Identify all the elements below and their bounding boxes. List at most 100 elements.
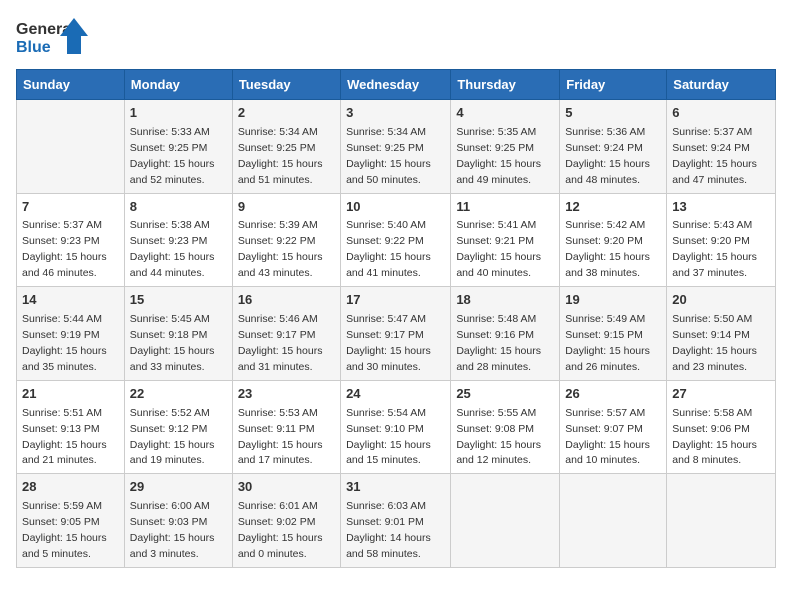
day-info: Sunrise: 5:46 AM Sunset: 9:17 PM Dayligh… — [238, 313, 323, 373]
calendar-cell: 4Sunrise: 5:35 AM Sunset: 9:25 PM Daylig… — [451, 100, 560, 194]
day-info: Sunrise: 5:54 AM Sunset: 9:10 PM Dayligh… — [346, 407, 431, 467]
day-number: 30 — [238, 478, 335, 497]
calendar-cell: 30 Sunrise: 6:01 AM Sunset: 9:02 PM Dayli… — [232, 474, 340, 568]
week-row-4: 21Sunrise: 5:51 AM Sunset: 9:13 PM Dayli… — [17, 380, 776, 474]
day-number: 14 — [22, 291, 119, 310]
day-number: 7 — [22, 198, 119, 217]
calendar-cell: 15 Sunrise: 5:45 AM Sunset: 9:18 PM Dayli… — [124, 287, 232, 381]
calendar-cell: 11 Sunrise: 5:41 AM Sunset: 9:21 PM Dayli… — [451, 193, 560, 287]
day-info: Sunrise: 6:01 AM Sunset: 9:02 PM Dayligh… — [238, 500, 323, 560]
calendar-cell: 10 Sunrise: 5:40 AM Sunset: 9:22 PM Dayli… — [341, 193, 451, 287]
day-info: Sunrise: 6:03 AM Sunset: 9:01 PM Dayligh… — [346, 500, 431, 560]
day-number: 12 — [565, 198, 661, 217]
day-info: Sunrise: 6:00 AM Sunset: 9:03 PM Dayligh… — [130, 500, 215, 560]
calendar-cell: 3 Sunrise: 5:34 AM Sunset: 9:25 PM Daylig… — [341, 100, 451, 194]
calendar-cell: 17 Sunrise: 5:47 AM Sunset: 9:17 PM Dayli… — [341, 287, 451, 381]
day-info: Sunrise: 5:58 AM Sunset: 9:06 PM Dayligh… — [672, 407, 757, 467]
day-info: Sunrise: 5:48 AM Sunset: 9:16 PM Dayligh… — [456, 313, 541, 373]
header-day-tuesday: Tuesday — [232, 70, 340, 100]
day-number: 20 — [672, 291, 770, 310]
day-info: Sunrise: 5:43 AM Sunset: 9:20 PM Dayligh… — [672, 219, 757, 279]
logo: GeneralBlue — [16, 16, 96, 61]
calendar-cell — [451, 474, 560, 568]
day-info: Sunrise: 5:38 AM Sunset: 9:23 PM Dayligh… — [130, 219, 215, 279]
calendar-cell: 19Sunrise: 5:49 AM Sunset: 9:15 PM Dayli… — [560, 287, 667, 381]
calendar-cell: 31 Sunrise: 6:03 AM Sunset: 9:01 PM Dayli… — [341, 474, 451, 568]
day-info: Sunrise: 5:44 AM Sunset: 9:19 PM Dayligh… — [22, 313, 107, 373]
day-info: Sunrise: 5:36 AM Sunset: 9:24 PM Dayligh… — [565, 126, 650, 186]
day-info: Sunrise: 5:50 AM Sunset: 9:14 PM Dayligh… — [672, 313, 757, 373]
calendar-cell: 8 Sunrise: 5:38 AM Sunset: 9:23 PM Daylig… — [124, 193, 232, 287]
header-day-wednesday: Wednesday — [341, 70, 451, 100]
calendar-cell: 20 Sunrise: 5:50 AM Sunset: 9:14 PM Dayli… — [667, 287, 776, 381]
calendar-cell: 1 Sunrise: 5:33 AM Sunset: 9:25 PM Daylig… — [124, 100, 232, 194]
day-number: 27 — [672, 385, 770, 404]
day-number: 31 — [346, 478, 445, 497]
calendar-cell: 25 Sunrise: 5:55 AM Sunset: 9:08 PM Dayli… — [451, 380, 560, 474]
week-row-1: 1 Sunrise: 5:33 AM Sunset: 9:25 PM Daylig… — [17, 100, 776, 194]
day-number: 29 — [130, 478, 227, 497]
calendar-cell: 24 Sunrise: 5:54 AM Sunset: 9:10 PM Dayli… — [341, 380, 451, 474]
day-info: Sunrise: 5:40 AM Sunset: 9:22 PM Dayligh… — [346, 219, 431, 279]
day-info: Sunrise: 5:37 AM Sunset: 9:23 PM Dayligh… — [22, 219, 107, 279]
day-number: 15 — [130, 291, 227, 310]
calendar-header-row: SundayMondayTuesdayWednesdayThursdayFrid… — [17, 70, 776, 100]
day-number: 3 — [346, 104, 445, 123]
calendar-cell: 18Sunrise: 5:48 AM Sunset: 9:16 PM Dayli… — [451, 287, 560, 381]
day-number: 25 — [456, 385, 554, 404]
calendar-cell: 5Sunrise: 5:36 AM Sunset: 9:24 PM Daylig… — [560, 100, 667, 194]
day-number: 13 — [672, 198, 770, 217]
day-number: 4 — [456, 104, 554, 123]
day-number: 11 — [456, 198, 554, 217]
day-number: 21 — [22, 385, 119, 404]
calendar-cell: 21Sunrise: 5:51 AM Sunset: 9:13 PM Dayli… — [17, 380, 125, 474]
week-row-3: 14 Sunrise: 5:44 AM Sunset: 9:19 PM Dayli… — [17, 287, 776, 381]
day-number: 2 — [238, 104, 335, 123]
calendar-table: SundayMondayTuesdayWednesdayThursdayFrid… — [16, 69, 776, 568]
day-number: 22 — [130, 385, 227, 404]
calendar-cell: 9 Sunrise: 5:39 AM Sunset: 9:22 PM Daylig… — [232, 193, 340, 287]
day-info: Sunrise: 5:39 AM Sunset: 9:22 PM Dayligh… — [238, 219, 323, 279]
header-day-monday: Monday — [124, 70, 232, 100]
day-info: Sunrise: 5:52 AM Sunset: 9:12 PM Dayligh… — [130, 407, 215, 467]
header-day-friday: Friday — [560, 70, 667, 100]
day-info: Sunrise: 5:47 AM Sunset: 9:17 PM Dayligh… — [346, 313, 431, 373]
day-info: Sunrise: 5:42 AM Sunset: 9:20 PM Dayligh… — [565, 219, 650, 279]
header-day-thursday: Thursday — [451, 70, 560, 100]
day-number: 28 — [22, 478, 119, 497]
calendar-cell: 7 Sunrise: 5:37 AM Sunset: 9:23 PM Daylig… — [17, 193, 125, 287]
day-info: Sunrise: 5:55 AM Sunset: 9:08 PM Dayligh… — [456, 407, 541, 467]
day-info: Sunrise: 5:33 AM Sunset: 9:25 PM Dayligh… — [130, 126, 215, 186]
calendar-cell: 12 Sunrise: 5:42 AM Sunset: 9:20 PM Dayli… — [560, 193, 667, 287]
calendar-cell: 14 Sunrise: 5:44 AM Sunset: 9:19 PM Dayli… — [17, 287, 125, 381]
day-number: 6 — [672, 104, 770, 123]
week-row-2: 7 Sunrise: 5:37 AM Sunset: 9:23 PM Daylig… — [17, 193, 776, 287]
day-info: Sunrise: 5:45 AM Sunset: 9:18 PM Dayligh… — [130, 313, 215, 373]
day-number: 10 — [346, 198, 445, 217]
calendar-cell: 26Sunrise: 5:57 AM Sunset: 9:07 PM Dayli… — [560, 380, 667, 474]
day-info: Sunrise: 5:34 AM Sunset: 9:25 PM Dayligh… — [346, 126, 431, 186]
calendar-cell: 23Sunrise: 5:53 AM Sunset: 9:11 PM Dayli… — [232, 380, 340, 474]
day-number: 24 — [346, 385, 445, 404]
day-number: 19 — [565, 291, 661, 310]
calendar-cell: 13 Sunrise: 5:43 AM Sunset: 9:20 PM Dayli… — [667, 193, 776, 287]
calendar-cell: 22 Sunrise: 5:52 AM Sunset: 9:12 PM Dayli… — [124, 380, 232, 474]
day-info: Sunrise: 5:34 AM Sunset: 9:25 PM Dayligh… — [238, 126, 323, 186]
calendar-cell — [667, 474, 776, 568]
day-number: 9 — [238, 198, 335, 217]
header-day-saturday: Saturday — [667, 70, 776, 100]
day-number: 1 — [130, 104, 227, 123]
day-number: 26 — [565, 385, 661, 404]
week-row-5: 28Sunrise: 5:59 AM Sunset: 9:05 PM Dayli… — [17, 474, 776, 568]
calendar-cell: 27 Sunrise: 5:58 AM Sunset: 9:06 PM Dayli… — [667, 380, 776, 474]
day-number: 17 — [346, 291, 445, 310]
day-info: Sunrise: 5:41 AM Sunset: 9:21 PM Dayligh… — [456, 219, 541, 279]
header: GeneralBlue — [16, 16, 776, 61]
day-info: Sunrise: 5:53 AM Sunset: 9:11 PM Dayligh… — [238, 407, 323, 467]
calendar-cell: 29 Sunrise: 6:00 AM Sunset: 9:03 PM Dayli… — [124, 474, 232, 568]
svg-text:Blue: Blue — [16, 39, 51, 56]
day-number: 16 — [238, 291, 335, 310]
day-number: 8 — [130, 198, 227, 217]
calendar-cell: 16 Sunrise: 5:46 AM Sunset: 9:17 PM Dayli… — [232, 287, 340, 381]
calendar-cell: 2 Sunrise: 5:34 AM Sunset: 9:25 PM Daylig… — [232, 100, 340, 194]
